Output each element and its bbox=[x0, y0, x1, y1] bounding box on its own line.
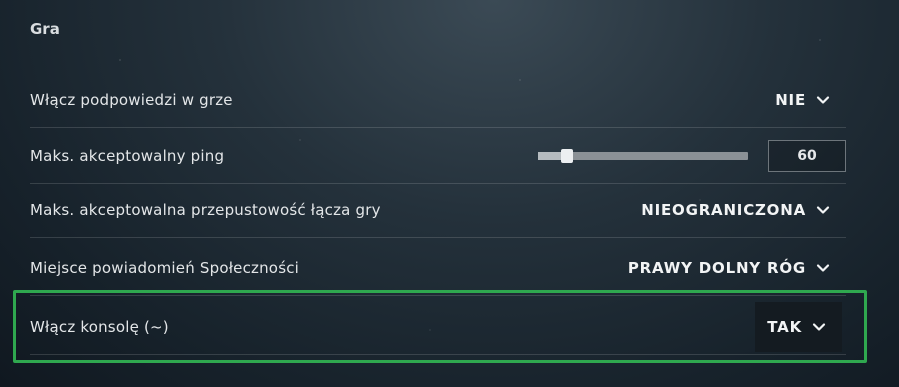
setting-row-console: Włącz konsolę (~) TAK bbox=[30, 299, 846, 355]
setting-label: Włącz podpowiedzi w grze bbox=[30, 90, 233, 109]
setting-row-hints: Włącz podpowiedzi w grze NIE bbox=[30, 72, 846, 128]
dropdown-value: TAK bbox=[767, 317, 802, 336]
chevron-down-icon bbox=[816, 205, 830, 214]
ping-value-input[interactable]: 60 bbox=[768, 139, 846, 172]
setting-row-notification-position: Miejsce powiadomień Społeczności PRAWY D… bbox=[30, 240, 846, 296]
bandwidth-dropdown[interactable]: NIEOGRANICZONA bbox=[641, 201, 846, 219]
dropdown-value: NIEOGRANICZONA bbox=[641, 200, 806, 219]
dropdown-value: PRAWY DOLNY RÓG bbox=[627, 258, 806, 277]
ping-slider[interactable] bbox=[538, 148, 748, 163]
setting-label: Włącz konsolę (~) bbox=[30, 317, 169, 336]
dropdown-value: NIE bbox=[775, 90, 806, 109]
console-dropdown[interactable]: TAK bbox=[755, 301, 842, 352]
slider-handle[interactable] bbox=[561, 148, 574, 163]
chevron-down-icon bbox=[812, 322, 826, 331]
setting-row-bandwidth: Maks. akceptowalna przepustowość łącza g… bbox=[30, 182, 846, 238]
setting-label: Maks. akceptowalna przepustowość łącza g… bbox=[30, 200, 381, 219]
chevron-down-icon bbox=[816, 95, 830, 104]
hints-dropdown[interactable]: NIE bbox=[775, 91, 846, 109]
setting-row-max-ping: Maks. akceptowalny ping 60 bbox=[30, 128, 846, 184]
notification-position-dropdown[interactable]: PRAWY DOLNY RÓG bbox=[628, 259, 846, 277]
setting-label: Miejsce powiadomień Społeczności bbox=[30, 258, 300, 277]
setting-label: Maks. akceptowalny ping bbox=[30, 146, 225, 165]
section-title: Gra bbox=[30, 20, 60, 38]
chevron-down-icon bbox=[816, 263, 830, 272]
